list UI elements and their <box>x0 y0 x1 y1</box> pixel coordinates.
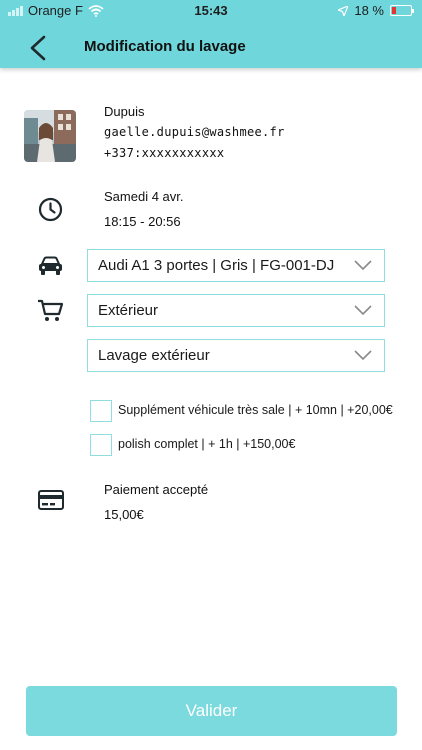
wash-select[interactable]: Lavage extérieur <box>87 339 385 372</box>
payment-status: Paiement accepté <box>104 482 209 497</box>
credit-card-icon <box>38 490 64 510</box>
schedule-date: Samedi 4 avr. <box>104 189 184 204</box>
validate-button[interactable]: Valider <box>26 686 397 736</box>
schedule-time: 18:15 - 20:56 <box>104 214 181 229</box>
back-arrow-icon[interactable] <box>26 34 50 62</box>
payment-amount: 15,00€ <box>104 507 144 522</box>
customer-name: Dupuis <box>104 104 145 119</box>
customer-phone: +337:xxxxxxxxxxx <box>104 146 225 160</box>
vehicle-select-value: Audi A1 3 portes | Gris | FG-001-DJ <box>98 257 335 274</box>
battery-percent: 18 % <box>354 3 384 18</box>
option-checkbox[interactable] <box>90 400 112 422</box>
header-bar: Orange F 15:43 18 % Modification du lava… <box>0 0 422 68</box>
status-right: 18 % <box>338 3 414 18</box>
page-title: Modification du lavage <box>84 38 246 55</box>
chevron-down-icon <box>354 350 372 361</box>
cart-icon <box>38 299 64 321</box>
chevron-down-icon <box>354 260 372 271</box>
car-icon <box>39 256 62 275</box>
status-bar: Orange F 15:43 18 % <box>0 0 422 22</box>
customer-avatar <box>24 110 76 162</box>
option-checkbox[interactable] <box>90 434 112 456</box>
battery-icon <box>390 5 414 16</box>
option-label: polish complet | + 1h | +150,00€ <box>118 437 296 451</box>
option-label: Supplément véhicule très sale | + 10mn |… <box>118 403 393 417</box>
customer-email: gaelle.dupuis@washmee.fr <box>104 125 285 139</box>
wash-select-value: Lavage extérieur <box>98 347 210 364</box>
chevron-down-icon <box>354 305 372 316</box>
service-select-value: Extérieur <box>98 302 159 319</box>
service-select[interactable]: Extérieur <box>87 294 385 327</box>
clock-icon <box>38 197 63 222</box>
vehicle-select[interactable]: Audi A1 3 portes | Gris | FG-001-DJ <box>87 249 385 282</box>
location-arrow-icon <box>338 5 349 16</box>
